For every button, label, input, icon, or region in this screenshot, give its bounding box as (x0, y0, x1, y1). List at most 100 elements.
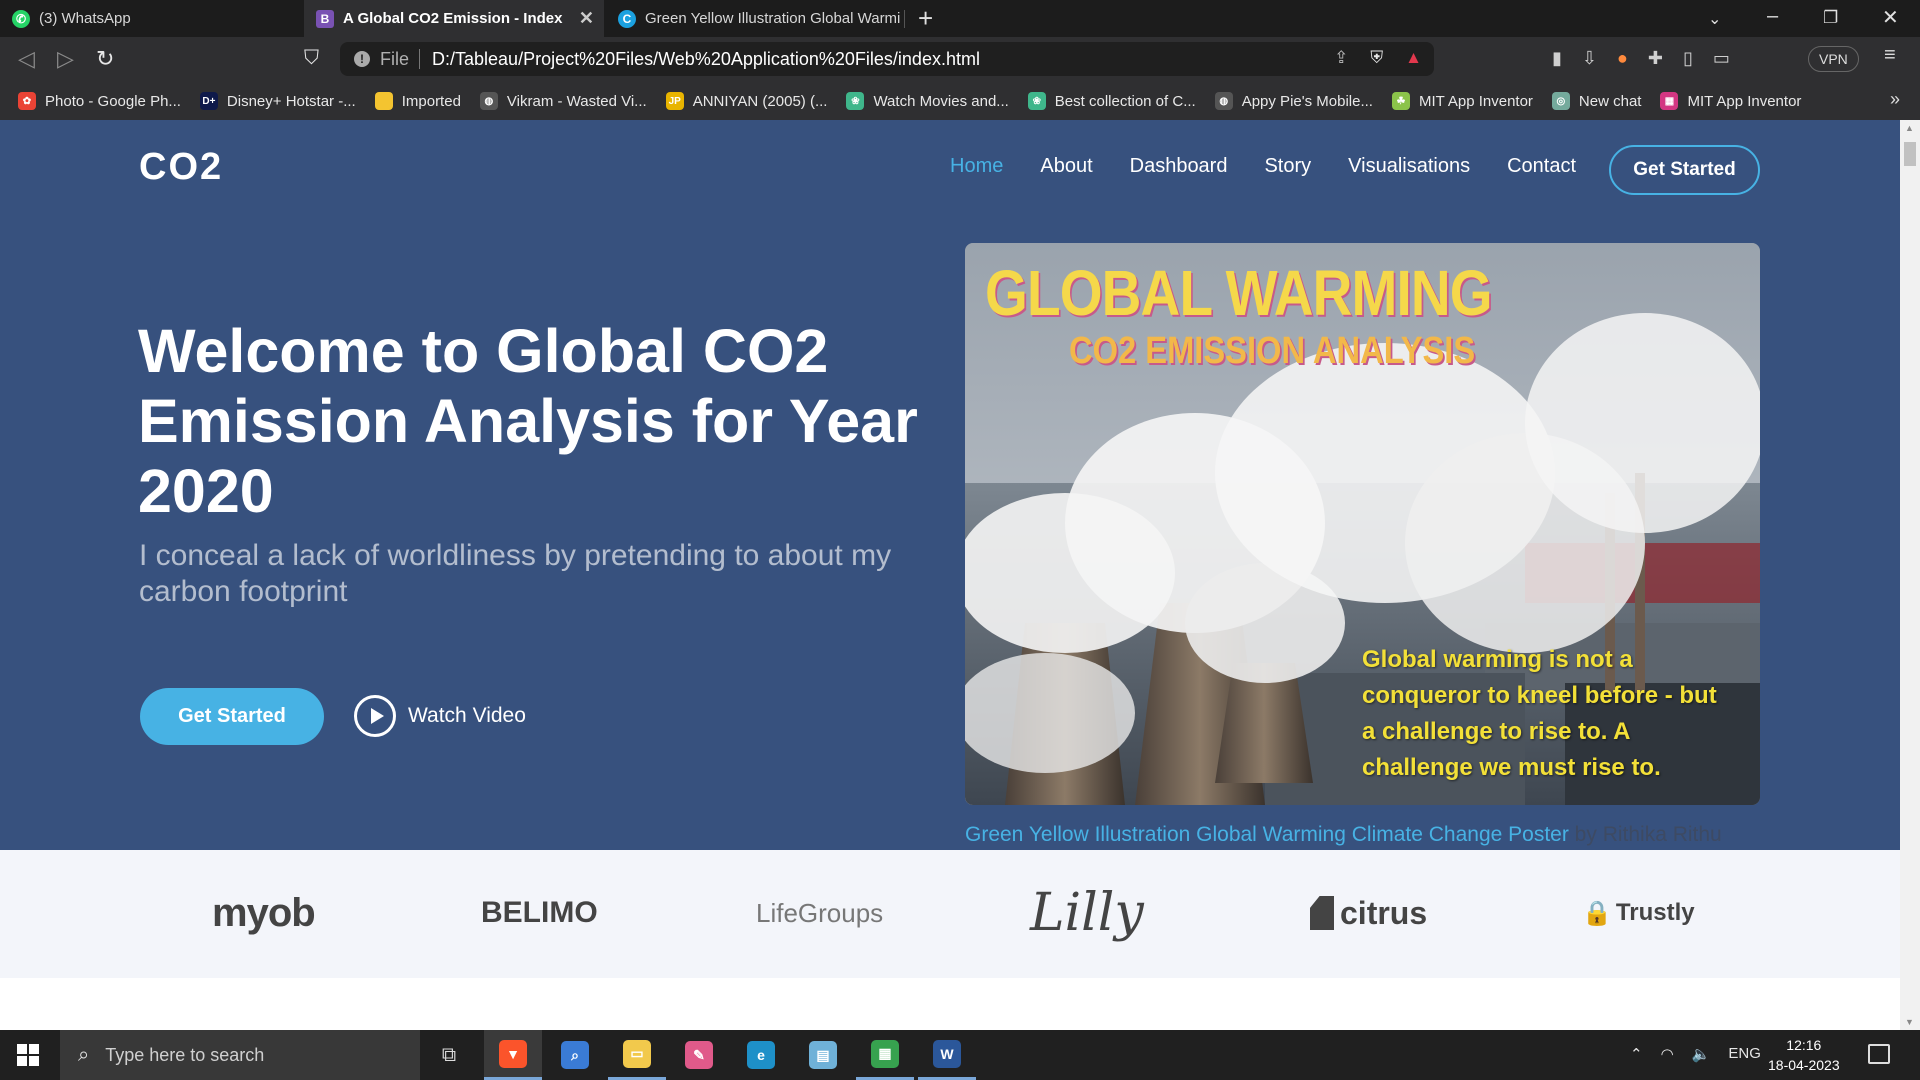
wallet-icon[interactable]: ▭ (1713, 48, 1730, 69)
get-started-button[interactable]: Get Started (140, 688, 324, 745)
client-logo-trustly: 🔒 Trustly (1582, 888, 1695, 938)
hero-section: CO2 Home About Dashboard Story Visualisa… (0, 120, 1900, 850)
word-icon: W (933, 1039, 961, 1068)
watch-video-button[interactable]: Watch Video (354, 695, 526, 737)
client-logo-citrus: citrus (1310, 888, 1427, 938)
taskbar-app-file-explorer[interactable]: ▭ (608, 1030, 666, 1080)
scroll-down-arrow-icon[interactable]: ▼ (1905, 1017, 1914, 1027)
extension-doc-icon[interactable]: ▮ (1552, 48, 1562, 69)
search-app-icon: ⌕ (561, 1041, 589, 1069)
tab-title: Green Yellow Illustration Global Warmi (645, 10, 901, 27)
scheme-label: File (380, 48, 410, 69)
hero-subtitle: I conceal a lack of worldliness by prete… (139, 539, 892, 608)
bookmark-favicon-icon: ◍ (479, 92, 498, 110)
bookmark-item[interactable]: ✿ Photo - Google Ph... (18, 92, 181, 110)
address-bar[interactable]: ! File D:/Tableau/Project%20Files/Web%20… (340, 42, 1434, 76)
extension-fox-icon[interactable]: ● (1617, 48, 1628, 69)
brave-shield-icon[interactable]: ⛨ (1370, 48, 1383, 68)
bookmark-item[interactable]: ❀ Watch Movies and... (846, 92, 1009, 110)
vpn-button[interactable]: VPN (1808, 46, 1859, 72)
bookmark-item[interactable]: ◍ Appy Pie's Mobile... (1214, 92, 1373, 110)
volume-icon[interactable]: 🔈 (1692, 1045, 1711, 1063)
bookmark-icon[interactable]: ⛉ (304, 47, 319, 70)
nav-about[interactable]: About (1040, 155, 1092, 178)
taskbar-app-brave[interactable]: ▼ (484, 1030, 542, 1080)
forward-button[interactable]: ▷ (57, 46, 74, 72)
taskbar-app-paint[interactable]: ✎ (670, 1030, 728, 1080)
network-icon[interactable]: ◠ (1661, 1045, 1674, 1063)
brave-rewards-icon[interactable]: ▲ (1405, 48, 1422, 68)
new-tab-button[interactable]: + (918, 3, 933, 34)
bookmark-favicon-icon: ▦ (1660, 92, 1679, 110)
taskbar-app-edge[interactable]: e (732, 1030, 790, 1080)
scroll-up-arrow-icon[interactable]: ▲ (1905, 123, 1914, 133)
system-clock[interactable]: 12:16 18-04-2023 (1768, 1035, 1840, 1075)
nav-dashboard[interactable]: Dashboard (1130, 155, 1228, 178)
bookmark-item[interactable]: ▦ MIT App Inventor (1660, 92, 1801, 110)
edge-icon: e (747, 1041, 775, 1069)
bookmark-item[interactable]: ☘ MIT App Inventor (1391, 92, 1533, 110)
tab-whatsapp[interactable]: ✆ (3) WhatsApp (0, 0, 300, 37)
page-viewport: CO2 Home About Dashboard Story Visualisa… (0, 120, 1900, 1030)
download-icon[interactable]: ⇩ (1582, 48, 1597, 69)
poster-credit-link[interactable]: Green Yellow Illustration Global Warming… (965, 823, 1569, 846)
nav-home[interactable]: Home (950, 155, 1003, 178)
vpn-label: VPN (1819, 51, 1848, 67)
nav-visualisations[interactable]: Visualisations (1348, 155, 1470, 178)
bookmark-item[interactable]: D+ Disney+ Hotstar -... (199, 92, 356, 110)
close-window-button[interactable]: ✕ (1882, 5, 1899, 30)
brave-icon: ▼ (499, 1039, 527, 1068)
bookmark-item[interactable]: Imported (374, 92, 461, 110)
taskbar-app-notepad[interactable]: ▤ (794, 1030, 852, 1080)
tab-title: A Global CO2 Emission - Index (343, 10, 563, 27)
client-logo-belimo: BELIMO (481, 896, 598, 929)
page-scrollbar[interactable]: ▲ ▼ (1900, 120, 1920, 1030)
paint-icon: ✎ (685, 1041, 713, 1069)
bookmark-item[interactable]: ◍ Vikram - Wasted Vi... (479, 92, 647, 110)
nav-contact[interactable]: Contact (1507, 155, 1576, 178)
share-icon[interactable]: ⇪ (1334, 48, 1348, 68)
client-logo-lifegroups: LifeGroups (756, 897, 884, 928)
back-button[interactable]: ◁ (18, 46, 35, 72)
bookmarks-overflow-icon[interactable]: » (1890, 89, 1900, 110)
bookmark-item[interactable]: ❀ Best collection of C... (1027, 92, 1196, 110)
bookmark-favicon-icon: ◍ (1214, 92, 1233, 110)
bookmark-favicon-icon: JP (665, 92, 684, 110)
tab-canva-poster[interactable]: C Green Yellow Illustration Global Warmi (606, 0, 906, 37)
scroll-thumb[interactable] (1904, 142, 1916, 166)
client-logo-lilly: Lilly (1030, 883, 1144, 943)
minimize-button[interactable]: – (1767, 5, 1778, 28)
notification-center-icon[interactable] (1868, 1044, 1890, 1064)
bookmark-label: New chat (1578, 92, 1642, 110)
tab-search-chevron-icon[interactable]: ⌄ (1708, 9, 1721, 29)
taskbar-search-box[interactable]: ⌕ Type here to search (60, 1030, 420, 1080)
poster-credit: Green Yellow Illustration Global Warming… (965, 823, 1722, 847)
bookmark-favicon-icon: ✿ (18, 92, 36, 110)
taskbar-app-word[interactable]: W (918, 1030, 976, 1080)
client-logo-myob: myob (212, 890, 316, 935)
bookmark-item[interactable]: JP ANNIYAN (2005) (... (665, 92, 827, 110)
extensions-puzzle-icon[interactable]: ✚ (1648, 48, 1663, 69)
windows-start-button[interactable] (17, 1044, 39, 1066)
menu-icon[interactable]: ≡ (1884, 44, 1896, 67)
url-text[interactable]: D:/Tableau/Project%20Files/Web%20Applica… (432, 49, 980, 70)
poster-credit-author: by Rithika Rithu (1568, 823, 1722, 846)
citrus-mark-icon (1310, 896, 1334, 930)
close-tab-icon[interactable]: ✕ (579, 8, 594, 29)
taskbar-app-sheets[interactable]: ▦ (856, 1030, 914, 1080)
restore-button[interactable]: ❐ (1823, 8, 1838, 28)
taskbar-app-search-app[interactable]: ⌕ (546, 1030, 604, 1080)
nav-get-started-button[interactable]: Get Started (1609, 145, 1760, 195)
language-indicator[interactable]: ENG (1728, 1045, 1761, 1063)
bookmark-item[interactable]: ◎ New chat (1551, 92, 1642, 110)
windows-taskbar: ⌕ Type here to search ⧉ ▼ ⌕ ▭ ✎ e ▤ ▦ W ⌃ ◠ 🔈 E… (0, 1030, 1920, 1080)
sidebar-icon[interactable]: ▯ (1683, 48, 1693, 69)
site-info-icon[interactable]: ! (354, 51, 370, 67)
site-logo[interactable]: CO2 (139, 146, 223, 189)
tab-co2-index[interactable]: B A Global CO2 Emission - Index ✕ (304, 0, 604, 37)
task-view-button[interactable]: ⧉ (420, 1030, 478, 1080)
poster-title: GLOBAL WARMING (985, 257, 1493, 329)
tray-chevron-icon[interactable]: ⌃ (1630, 1045, 1643, 1063)
nav-story[interactable]: Story (1264, 155, 1311, 178)
reload-button[interactable]: ↻ (96, 46, 114, 72)
